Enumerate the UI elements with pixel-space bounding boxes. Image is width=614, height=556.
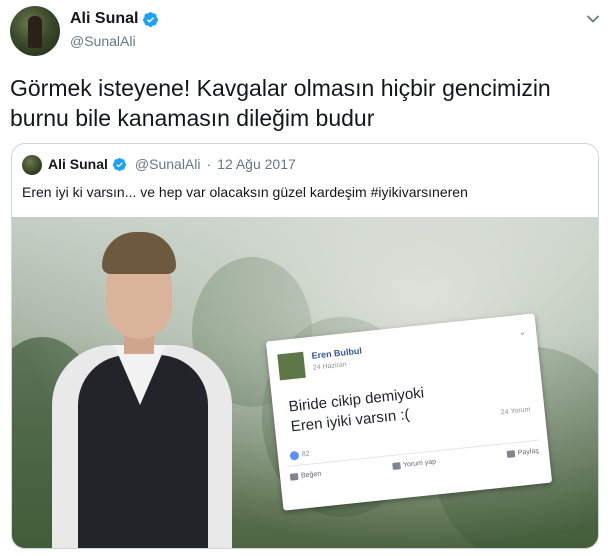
fb-name: Eren Bulbul [311, 345, 363, 361]
verified-badge-icon [112, 157, 126, 171]
fb-date: 24 Haziran · [312, 360, 352, 372]
chevron-down-icon[interactable] [586, 12, 600, 26]
quoted-date[interactable]: 12 Ağu 2017 [217, 156, 296, 172]
fb-action-comment: Yorum yap [391, 458, 436, 471]
quoted-author-handle[interactable]: @SunalAli [135, 156, 201, 172]
fb-post-text: Biride cikip demiyoki Eren iyiki varsın … [288, 383, 427, 437]
quoted-author-avatar[interactable] [22, 155, 42, 175]
quoted-tweet[interactable]: Ali Sunal @SunalAli · 12 Ağu 2017 Eren i… [11, 143, 599, 549]
photo-person [42, 227, 242, 548]
author-name[interactable]: Ali Sunal [70, 10, 138, 28]
fb-chevron-icon: ⌄ [518, 326, 527, 338]
thumbs-up-icon [289, 472, 299, 481]
tweet-text: Görmek isteyene! Kavgalar olmasın hiçbir… [10, 75, 551, 131]
quoted-author-name[interactable]: Ali Sunal [48, 156, 108, 172]
tweet: Ali Sunal @SunalAli Görmek isteyene! Kav… [0, 0, 614, 556]
fb-avatar [277, 351, 306, 381]
fb-like-icon [289, 450, 300, 461]
author-handle[interactable]: @SunalAli [70, 33, 136, 49]
embedded-facebook-post: Eren Bulbul 24 Haziran · ⌄ Biride cikip … [265, 313, 553, 511]
fb-likes: 82 [289, 450, 310, 461]
verified-badge-icon [143, 11, 159, 27]
quoted-separator: · [206, 156, 212, 172]
quoted-header: Ali Sunal @SunalAli · 12 Ağu 2017 [48, 156, 296, 172]
fb-action-like: Beğen [289, 471, 322, 481]
quoted-photo[interactable]: Eren Bulbul 24 Haziran · ⌄ Biride cikip … [12, 217, 598, 548]
fb-like-count: 82 [301, 450, 311, 459]
comment-icon [391, 462, 401, 471]
fb-comment-count: 24 Yorum [500, 406, 531, 417]
quoted-text: Eren iyi ki varsın... ve hep var olacaks… [22, 184, 468, 200]
author-name-row[interactable]: Ali Sunal [70, 10, 159, 28]
fb-action-share: Paylaş [506, 448, 539, 458]
author-avatar[interactable] [10, 6, 60, 56]
share-icon [506, 450, 516, 458]
